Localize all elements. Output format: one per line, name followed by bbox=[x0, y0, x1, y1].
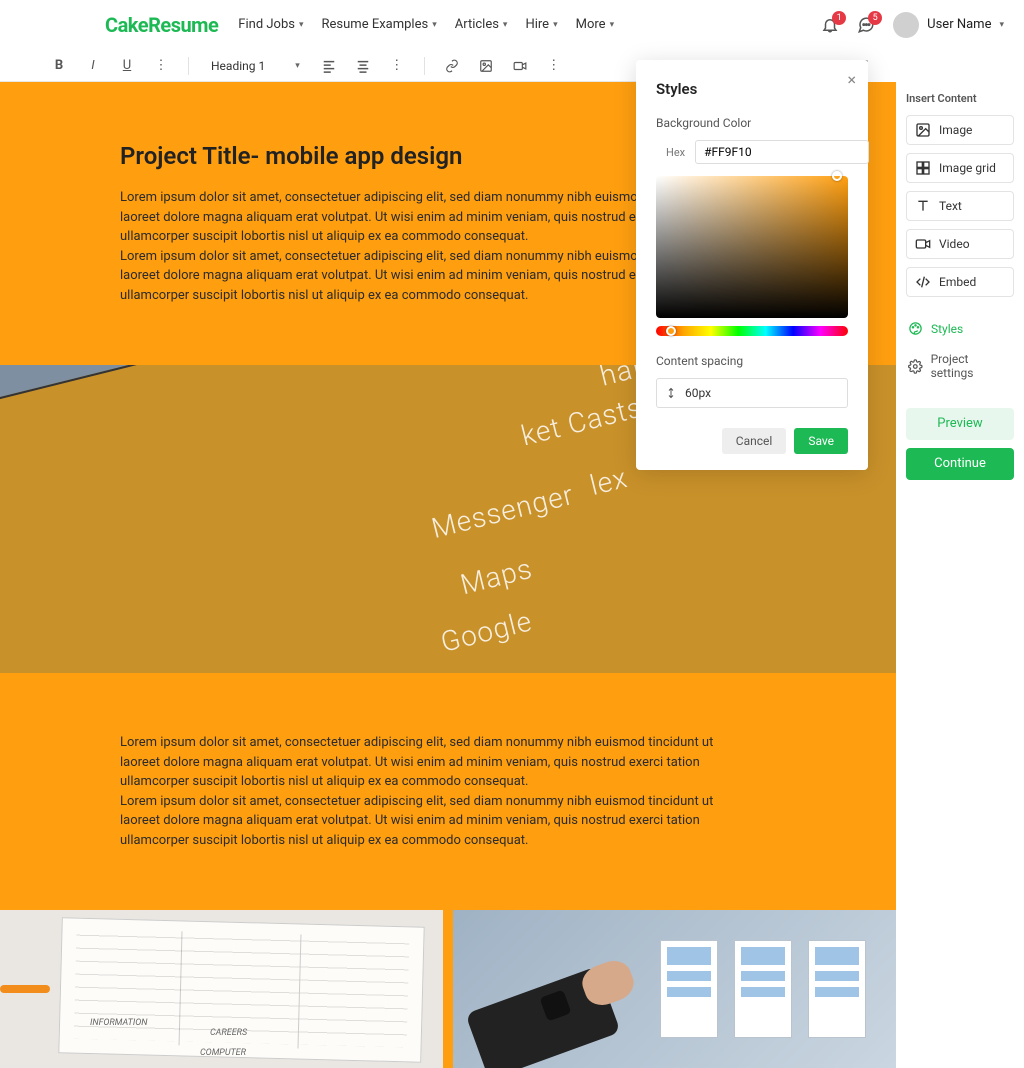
align-center-button[interactable] bbox=[352, 55, 374, 77]
chevron-down-icon: ▾ bbox=[999, 20, 1004, 30]
align-center-icon bbox=[356, 59, 370, 73]
hex-label: Hex bbox=[666, 146, 685, 159]
logo[interactable]: CakeResume bbox=[105, 13, 218, 37]
user-menu[interactable]: User Name ▾ bbox=[893, 12, 1004, 38]
link-styles[interactable]: Styles bbox=[906, 317, 1014, 340]
link-icon bbox=[445, 59, 459, 73]
chat-badge: 5 bbox=[868, 11, 882, 25]
chevron-down-icon: ▾ bbox=[610, 20, 615, 30]
heading-select[interactable]: Heading 1 ▾ bbox=[205, 57, 306, 75]
underline-button[interactable]: U bbox=[116, 55, 138, 77]
text-icon bbox=[915, 198, 931, 214]
notifications-button[interactable]: 1 bbox=[821, 16, 839, 34]
image-grid[interactable]: INFORMATION CAREERS COMPUTER bbox=[0, 910, 896, 1068]
video-icon bbox=[915, 236, 931, 252]
cancel-button[interactable]: Cancel bbox=[722, 428, 787, 454]
popover-title: Styles bbox=[656, 80, 848, 98]
avatar bbox=[893, 12, 919, 38]
color-field[interactable] bbox=[656, 176, 848, 318]
close-icon[interactable]: × bbox=[847, 70, 856, 89]
chevron-down-icon: ▾ bbox=[295, 61, 300, 71]
video-button[interactable] bbox=[509, 55, 531, 77]
save-button[interactable]: Save bbox=[794, 428, 848, 454]
image-grid-cell[interactable] bbox=[453, 910, 896, 1068]
color-handle[interactable] bbox=[832, 171, 842, 181]
continue-button[interactable]: Continue bbox=[906, 448, 1014, 480]
app-header: CakeResume Find Jobs▾ Resume Examples▾ A… bbox=[0, 0, 1024, 50]
project-paragraph[interactable]: Lorem ipsum dolor sit amet, consectetuer… bbox=[120, 247, 720, 306]
palette-icon bbox=[908, 321, 923, 336]
chevron-down-icon: ▾ bbox=[553, 20, 558, 30]
main-nav: Find Jobs▾ Resume Examples▾ Articles▾ Hi… bbox=[238, 17, 614, 32]
image-button[interactable] bbox=[475, 55, 497, 77]
insert-image[interactable]: Image bbox=[906, 115, 1014, 145]
nav-more[interactable]: More▾ bbox=[576, 17, 614, 32]
more-format-button[interactable]: ⋮ bbox=[150, 55, 172, 77]
link-button[interactable] bbox=[441, 55, 463, 77]
nav-resume-examples[interactable]: Resume Examples▾ bbox=[322, 17, 437, 32]
image-grid-cell[interactable]: INFORMATION CAREERS COMPUTER bbox=[0, 910, 443, 1068]
italic-button[interactable]: I bbox=[82, 55, 104, 77]
side-panel: Insert Content Image Image grid Text Vid… bbox=[896, 82, 1024, 1068]
image-icon bbox=[915, 122, 931, 138]
grid-icon bbox=[915, 160, 931, 176]
spacing-input[interactable]: 60px bbox=[656, 378, 848, 408]
link-project-settings[interactable]: Project settings bbox=[906, 348, 1014, 384]
spacing-label: Content spacing bbox=[656, 354, 848, 368]
chevron-down-icon: ▾ bbox=[432, 20, 437, 30]
project-paragraph[interactable]: Lorem ipsum dolor sit amet, consectetuer… bbox=[120, 792, 720, 851]
align-left-button[interactable] bbox=[318, 55, 340, 77]
project-paragraph[interactable]: Lorem ipsum dolor sit amet, consectetuer… bbox=[120, 733, 720, 792]
insert-image-grid[interactable]: Image grid bbox=[906, 153, 1014, 183]
video-icon bbox=[513, 59, 527, 73]
bell-badge: 1 bbox=[832, 11, 846, 25]
styles-popover: × Styles Background Color Hex Content sp… bbox=[636, 60, 868, 470]
insert-content-label: Insert Content bbox=[906, 92, 1014, 105]
preview-button[interactable]: Preview bbox=[906, 408, 1014, 440]
project-paragraph[interactable]: Lorem ipsum dolor sit amet, consectetuer… bbox=[120, 188, 720, 247]
project-title[interactable]: Project Title- mobile app design bbox=[120, 142, 720, 170]
hue-handle[interactable] bbox=[666, 326, 676, 336]
bg-color-label: Background Color bbox=[656, 116, 848, 130]
nav-find-jobs[interactable]: Find Jobs▾ bbox=[238, 17, 303, 32]
insert-embed[interactable]: Embed bbox=[906, 267, 1014, 297]
hex-input[interactable] bbox=[695, 140, 869, 164]
chevron-down-icon: ▾ bbox=[299, 20, 304, 30]
insert-text[interactable]: Text bbox=[906, 191, 1014, 221]
messages-button[interactable]: 5 bbox=[857, 16, 875, 34]
nav-hire[interactable]: Hire▾ bbox=[525, 17, 557, 32]
bold-button[interactable]: B bbox=[48, 55, 70, 77]
align-left-icon bbox=[322, 59, 336, 73]
more-insert-button[interactable]: ⋮ bbox=[543, 55, 565, 77]
embed-icon bbox=[915, 274, 931, 290]
hue-slider[interactable] bbox=[656, 326, 848, 336]
spacing-icon bbox=[665, 387, 677, 399]
chevron-down-icon: ▾ bbox=[503, 20, 508, 30]
gear-icon bbox=[908, 359, 923, 374]
nav-articles[interactable]: Articles▾ bbox=[455, 17, 508, 32]
more-align-button[interactable]: ⋮ bbox=[386, 55, 408, 77]
image-icon bbox=[479, 59, 493, 73]
user-name: User Name bbox=[927, 17, 991, 32]
insert-video[interactable]: Video bbox=[906, 229, 1014, 259]
